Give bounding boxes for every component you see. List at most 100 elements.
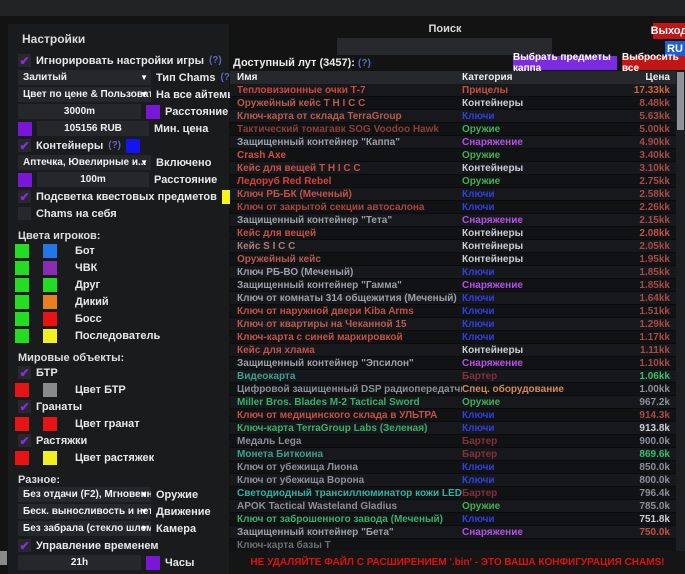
cell-item-price: 3.10kk (614, 163, 676, 174)
checkbox[interactable] (18, 207, 31, 220)
color-swatch[interactable] (43, 329, 57, 343)
table-row[interactable]: Кейс S I C CКонтейнеры2.05kk (230, 240, 676, 253)
table-row[interactable]: Защищенный контейнер "Каппа"Снаряжение4.… (230, 136, 676, 149)
table-row[interactable]: ВидеокартаБартер1.06kk (230, 370, 676, 383)
color-swatch[interactable] (15, 278, 29, 292)
color-swatch[interactable] (126, 139, 140, 153)
table-row[interactable]: Ключ от комнаты 314 общежития (Меченый)К… (230, 292, 676, 305)
cell-item-price: 850.0k (614, 462, 676, 473)
color-swatch[interactable] (43, 261, 57, 275)
cell-item-name: Ключ от заброшенного завода (Меченый) (230, 514, 462, 525)
table-row[interactable]: Ключ РБ-ВО (Меченый)Ключи1.85kk (230, 266, 676, 279)
control-label: Гранаты (36, 401, 82, 413)
color-swatch[interactable] (15, 329, 29, 343)
cell-item-category: Контейнеры (462, 345, 614, 356)
color-swatch[interactable] (43, 278, 57, 292)
select-kappa-items-button[interactable]: Выбрать предметы каппа (513, 56, 617, 70)
table-row[interactable]: Ключ-карта от склада TerraGroupКлючи5.63… (230, 110, 676, 123)
color-pair-row: Цвет растяжек (8, 449, 229, 466)
color-swatch[interactable] (15, 383, 29, 397)
table-row[interactable]: Ключ от медицинского склада в УЛЬТРАКлюч… (230, 409, 676, 422)
cell-item-price: 4.90kk (614, 137, 676, 148)
table-row[interactable]: Ключ РБ-БК (Меченый)Ключи2.58kk (230, 188, 676, 201)
checkbox[interactable]: ✔ (18, 54, 31, 67)
color-swatch[interactable] (43, 295, 57, 309)
table-row[interactable]: Ключ-карта TerraGroup Labs (Зеленая)Ключ… (230, 422, 676, 435)
table-row[interactable]: Оружейный кейс T H I C CКонтейнеры8.48kk (230, 97, 676, 110)
checkbox[interactable]: ✔ (18, 400, 31, 413)
color-swatch[interactable] (15, 261, 29, 275)
scrollbar-thumb[interactable] (677, 72, 684, 130)
dropdown[interactable]: Аптечка, Ювелирные и...▼ (18, 155, 151, 170)
cell-item-price: 1.51kk (614, 306, 676, 317)
color-swatch[interactable] (15, 312, 29, 326)
cell-item-category: Контейнеры (462, 163, 614, 174)
table-row[interactable]: Кейс для хламаКонтейнеры1.11kk (230, 344, 676, 357)
color-swatch[interactable] (15, 295, 29, 309)
table-row[interactable]: Ключ-карта базы Т (230, 539, 676, 551)
input-row: 100mРасстояние (8, 171, 229, 188)
color-swatch[interactable] (18, 173, 32, 187)
control-label: Управление временем (36, 540, 159, 552)
table-row[interactable]: Ключ от квартиры на Чеканной 15Ключи1.29… (230, 318, 676, 331)
table-row[interactable]: Оружейный кейсКонтейнеры1.95kk (230, 253, 676, 266)
color-swatch[interactable] (18, 122, 32, 136)
color-swatch[interactable] (43, 383, 57, 397)
cell-item-price: 800.0k (614, 475, 676, 486)
dropdown[interactable]: Залитый▼ (18, 70, 151, 85)
table-row[interactable]: Тактический томагавк SOG Voodoo HawkОруж… (230, 123, 676, 136)
cell-item-name: Тактический томагавк SOG Voodoo Hawk (230, 124, 462, 135)
table-row[interactable]: Кейс для вещейКонтейнеры2.08kk (230, 227, 676, 240)
color-swatch[interactable] (146, 556, 160, 570)
checkbox[interactable]: ✔ (18, 139, 31, 152)
color-swatch[interactable] (15, 417, 29, 431)
checkbox[interactable]: ✔ (18, 539, 31, 552)
color-swatch[interactable] (146, 105, 160, 119)
table-row[interactable]: Тепловизионные очки Т-7Прицелы17.33kk (230, 84, 676, 97)
text-input[interactable]: 100m (37, 172, 149, 187)
table-scrollbar[interactable] (676, 71, 685, 551)
color-swatch[interactable] (43, 312, 57, 326)
table-row[interactable]: APOK Tactical Wasteland GladiusОружие785… (230, 500, 676, 513)
table-row[interactable]: Защищенный контейнер "Тета"Снаряжение2.1… (230, 214, 676, 227)
dropdown[interactable]: Без забрала (стекло шлема)▼ (18, 521, 151, 536)
color-swatch[interactable] (15, 244, 29, 258)
table-row[interactable]: Цифровой защищенный DSP радиопередатчикС… (230, 383, 676, 396)
table-row[interactable]: Ключ от убежища ВоронаКлючи800.0k (230, 474, 676, 487)
table-row[interactable]: Светодиодный трансиллюминатор кожи LEDXБ… (230, 487, 676, 500)
cell-item-category: Ключи (462, 189, 614, 200)
table-row[interactable]: Кейс для вещей T H I C CКонтейнеры3.10kk (230, 162, 676, 175)
table-row[interactable]: Ключ от заброшенного завода (Меченый)Клю… (230, 513, 676, 526)
dropdown[interactable]: Беск. выносливость и нет уста▼ (18, 504, 151, 519)
text-input[interactable]: 21h (18, 555, 141, 570)
exit-button[interactable]: Выход (653, 23, 685, 39)
table-row[interactable]: Ключ от наружной двери Kiba ArmsКлючи1.5… (230, 305, 676, 318)
checkbox[interactable]: ✔ (18, 366, 31, 379)
discard-all-button[interactable]: Выбросить все (622, 56, 685, 70)
table-row[interactable]: Ключ от закрытой секции автосалонаКлючи2… (230, 201, 676, 214)
table-row[interactable]: Ключ-карта с синей маркировкойКлючи1.17k… (230, 331, 676, 344)
table-row[interactable]: Ключ от убежища ЛионаКлючи850.0k (230, 461, 676, 474)
table-row[interactable]: Защищенный контейнер "Эпсилон"Снаряжение… (230, 357, 676, 370)
cell-item-category: Снаряжение (462, 137, 614, 148)
table-row[interactable]: Монета БиткоинаБартер869.6k (230, 448, 676, 461)
color-swatch[interactable] (15, 451, 29, 465)
resize-handle[interactable] (0, 551, 7, 565)
checkbox[interactable]: ✔ (18, 434, 31, 447)
cell-item-name: Ключ-карта с синей маркировкой (230, 332, 462, 343)
table-row[interactable]: Защищенный контейнер "Бета"Снаряжение750… (230, 526, 676, 539)
color-swatch[interactable] (43, 451, 57, 465)
dropdown[interactable]: Без отдачи (F2), Мгновенное п▼ (18, 487, 151, 502)
text-input[interactable]: 3000m (18, 104, 141, 119)
color-swatch[interactable] (43, 417, 57, 431)
table-row[interactable]: Miller Bros. Blades M-2 Tactical SwordОр… (230, 396, 676, 409)
dropdown[interactable]: Цвет по цене & Пользователь▼ (18, 87, 151, 102)
checkbox[interactable]: ✔ (18, 190, 31, 203)
table-row[interactable]: Защищенный контейнер "Гамма"Снаряжение1.… (230, 279, 676, 292)
text-input[interactable]: 105156 RUB (37, 121, 149, 136)
color-swatch[interactable] (43, 244, 57, 258)
cell-item-category: Ключи (462, 111, 614, 122)
table-row[interactable]: Crash AxeОружие3.40kk (230, 149, 676, 162)
table-row[interactable]: Ледоруб Red RebelОружие2.75kk (230, 175, 676, 188)
table-row[interactable]: Медаль LegaБартер900.0k (230, 435, 676, 448)
